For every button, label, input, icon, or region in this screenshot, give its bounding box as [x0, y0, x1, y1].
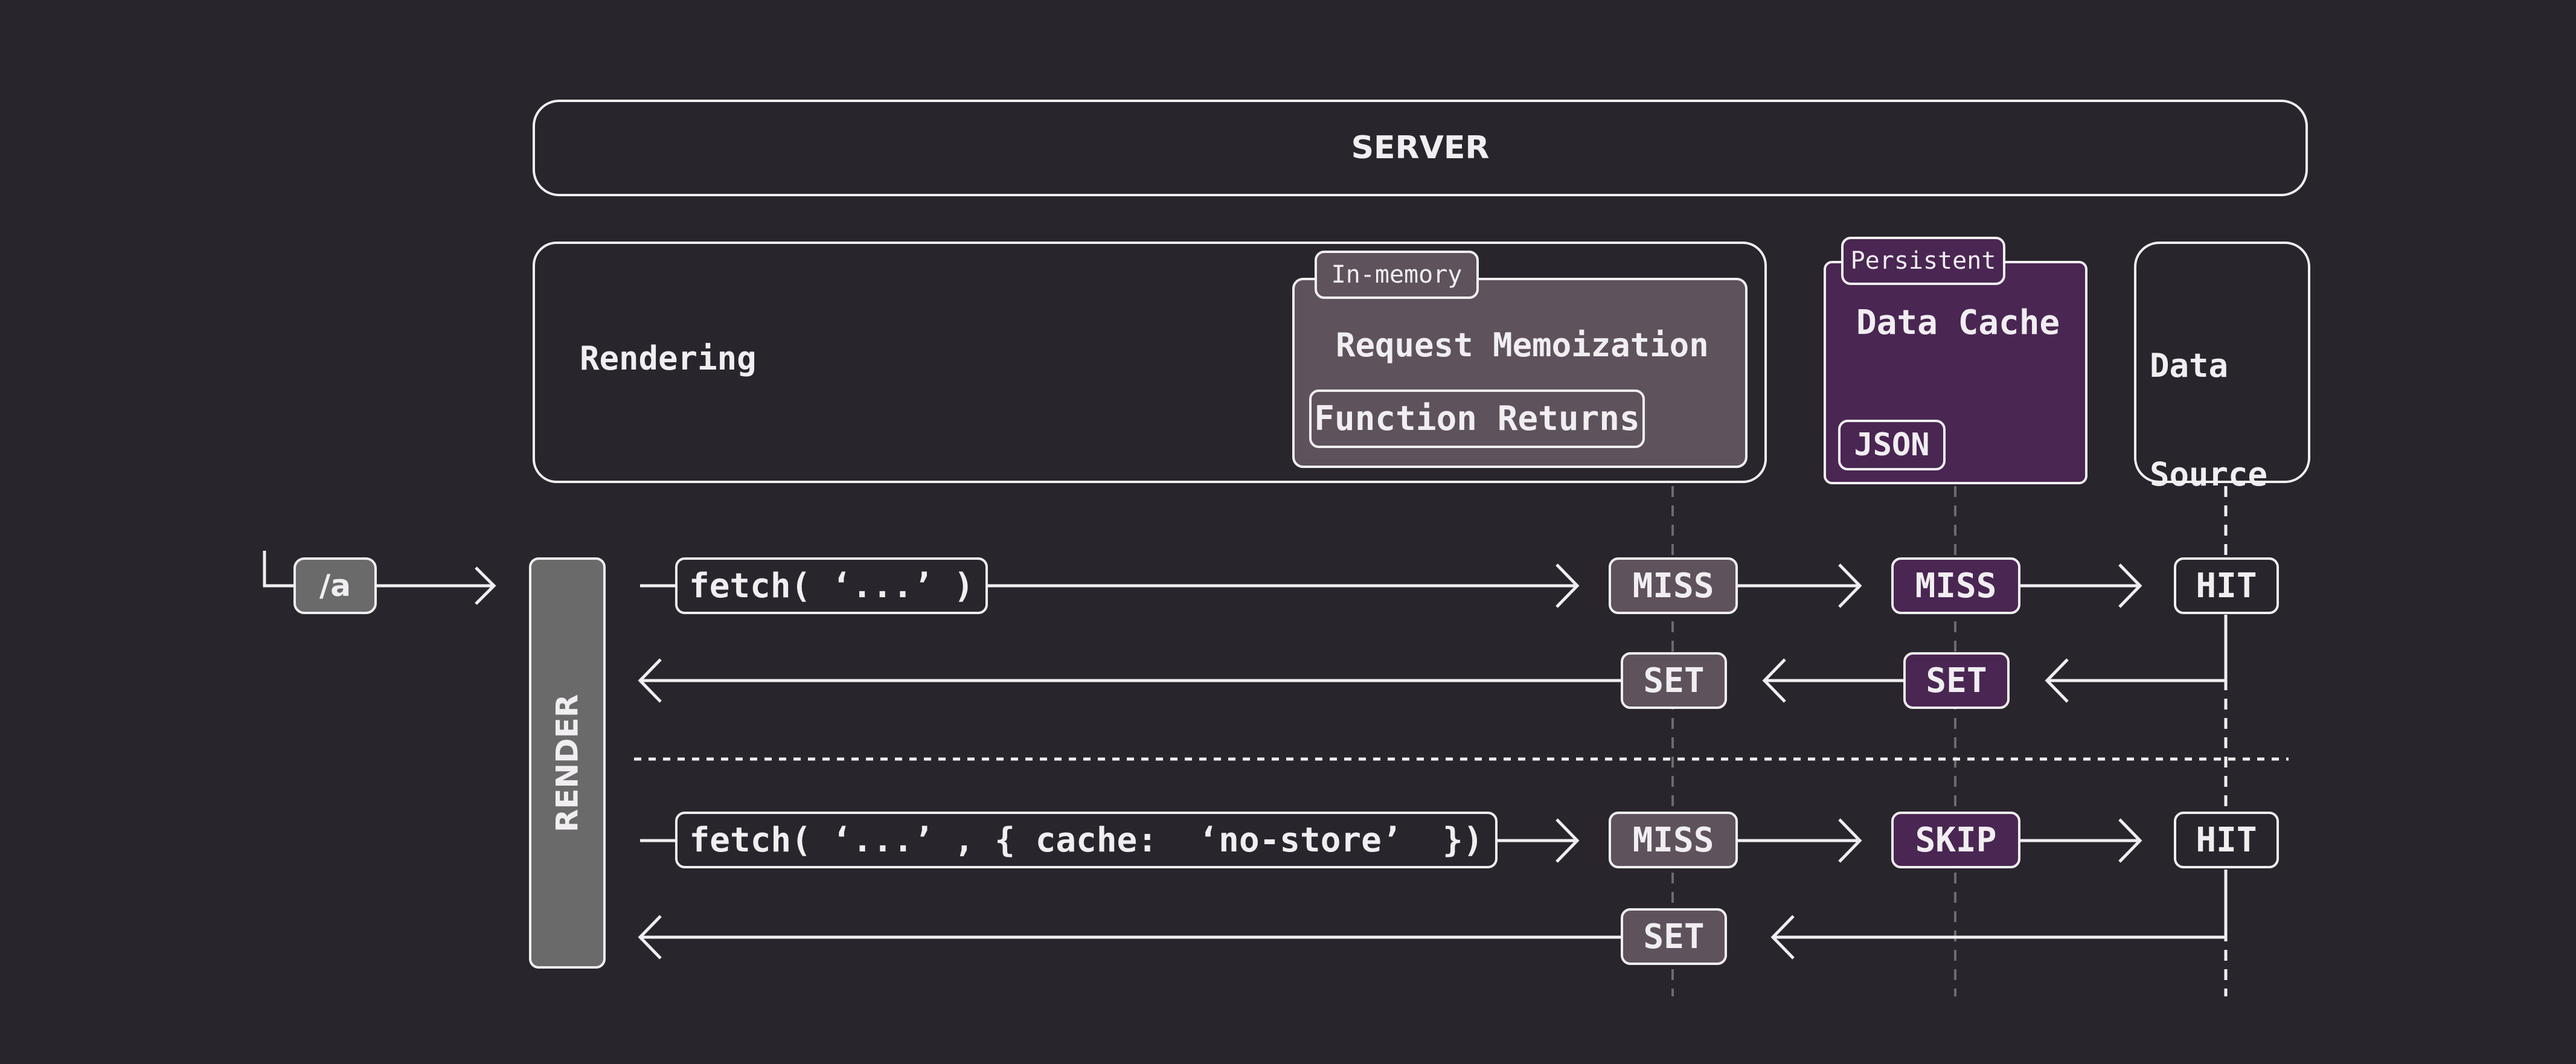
- data-source-box: Data Source: [2134, 242, 2310, 493]
- flow2-cache-status: SKIP: [1891, 812, 2020, 868]
- function-returns-label: Function Returns: [1314, 399, 1640, 438]
- flow1-source-status: HIT: [2174, 557, 2279, 614]
- in-memory-tag: In-memory: [1315, 251, 1479, 299]
- flow2-memo-set: SET: [1621, 908, 1727, 965]
- flow2-source-status-label: HIT: [2196, 820, 2257, 860]
- json-box: JSON: [1838, 420, 1946, 470]
- function-returns-box: Function Returns: [1309, 389, 1645, 448]
- data-cache-box: Data Cache JSON: [1824, 261, 2087, 484]
- flow1-cache-set: SET: [1903, 652, 2010, 709]
- flow1-fetch-label: fetch( ‘...’ ): [688, 566, 974, 606]
- data-source-title-line1: Data: [2150, 347, 2229, 385]
- route-entry-line: [263, 551, 295, 588]
- data-source-title: Data Source: [2150, 275, 2267, 565]
- memoization-title: Request Memoization: [1336, 326, 1709, 364]
- flow1-memo-status-label: MISS: [1632, 566, 1714, 606]
- data-source-title-line2: Source: [2150, 455, 2268, 493]
- flow2-source-status: HIT: [2174, 812, 2279, 868]
- route-label: /a: [319, 568, 351, 603]
- flow2-memo-status-label: MISS: [1632, 820, 1714, 860]
- render-bar-label: RENDER: [549, 694, 585, 832]
- request-memoization-box: Request Memoization Function Returns: [1292, 278, 1748, 468]
- flow1-fetch-chip: fetch( ‘...’ ): [675, 557, 988, 614]
- json-label: JSON: [1854, 427, 1930, 463]
- route-chip: /a: [293, 557, 377, 614]
- flow1-cache-status: MISS: [1891, 557, 2020, 614]
- data-cache-title: Data Cache: [1856, 303, 2060, 342]
- render-bar: RENDER: [529, 557, 606, 969]
- persistent-tag: Persistent: [1841, 237, 2005, 285]
- flow1-cache-status-label: MISS: [1915, 566, 1997, 606]
- flow2-fetch-label: fetch( ‘...’ , { cache: ‘no-store’ }): [689, 820, 1484, 860]
- flow1-memo-set-label: SET: [1643, 661, 1705, 700]
- flow1-cache-set-label: SET: [1926, 661, 1987, 700]
- rendering-label: Rendering: [580, 339, 757, 377]
- flow2-source-return-line: [1773, 870, 2228, 939]
- persistent-label: Persistent: [1850, 247, 1996, 275]
- flow1-source-status-label: HIT: [2196, 566, 2257, 606]
- flow2-memo-set-label: SET: [1643, 917, 1705, 957]
- flow2-memo-status: MISS: [1609, 812, 1738, 868]
- flow2-fetch-chip: fetch( ‘...’ , { cache: ‘no-store’ }): [675, 812, 1498, 868]
- server-box: SERVER: [533, 100, 2308, 196]
- flow1-memo-set: SET: [1621, 652, 1727, 709]
- server-label: SERVER: [1351, 130, 1490, 166]
- flow1-source-return-line: [2047, 615, 2228, 682]
- in-memory-label: In-memory: [1331, 261, 1463, 289]
- flow1-memo-status: MISS: [1609, 557, 1738, 614]
- flow2-cache-status-label: SKIP: [1915, 820, 1997, 860]
